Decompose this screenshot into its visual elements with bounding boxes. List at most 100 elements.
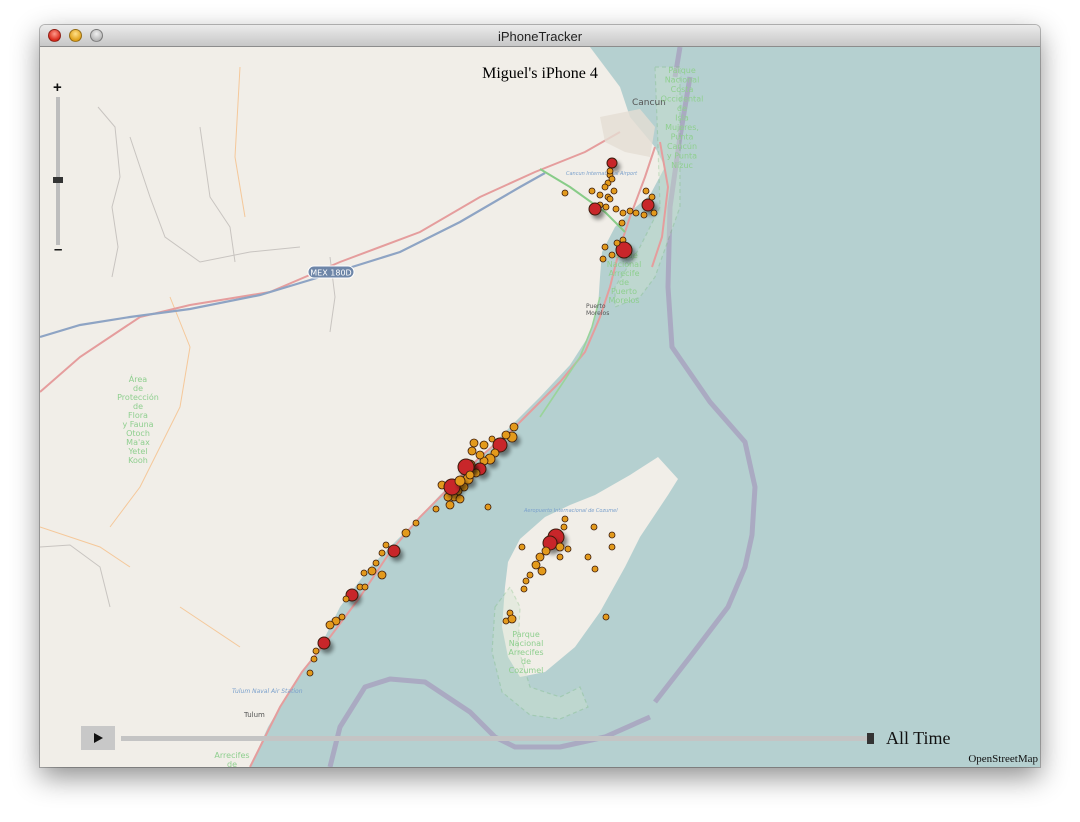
location-point[interactable] [465,470,475,480]
location-point[interactable] [560,523,568,531]
location-point[interactable] [601,243,609,251]
location-point[interactable] [613,239,621,247]
location-point[interactable] [561,189,569,197]
location-point[interactable] [325,620,335,630]
location-point[interactable] [360,569,368,577]
location-point[interactable] [522,577,530,585]
location-point[interactable] [591,565,599,573]
location-point[interactable] [501,430,511,440]
location-point[interactable] [377,570,387,580]
map-canvas[interactable]: MEX 180D Cancun Puerto Morelos Tulum Tul… [40,47,1040,767]
location-point[interactable] [599,255,607,263]
park-label-line: Puerto [611,287,637,296]
location-point[interactable] [317,636,331,650]
location-point[interactable] [564,545,572,553]
location-point[interactable] [520,585,528,593]
location-point[interactable] [632,209,640,217]
location-point[interactable] [367,566,377,576]
location-point[interactable] [601,183,609,191]
location-point[interactable] [445,500,455,510]
location-point[interactable] [555,542,565,552]
location-point[interactable] [509,422,519,432]
location-point[interactable] [378,549,386,557]
zoom-in-button[interactable]: + [53,80,62,95]
location-point[interactable] [401,528,411,538]
location-point[interactable] [648,193,656,201]
location-point[interactable] [310,655,318,663]
place-label-cozumel-air: Aeropuerto Internacional de Cozumel [523,508,618,514]
park-label-line: Punta [671,133,694,142]
location-point[interactable] [608,531,616,539]
location-point[interactable] [467,446,477,456]
location-point[interactable] [584,553,592,561]
location-point[interactable] [556,553,564,561]
location-point[interactable] [608,543,616,551]
location-point[interactable] [602,203,610,211]
location-point[interactable] [606,195,614,203]
park-label-line: Kooh [128,456,148,465]
zoom-out-button[interactable]: – [54,242,62,257]
location-point[interactable] [650,209,658,217]
location-point[interactable] [596,191,604,199]
location-point[interactable] [610,187,618,195]
location-point[interactable] [342,595,350,603]
location-point[interactable] [640,211,648,219]
location-point[interactable] [561,515,569,523]
location-point[interactable] [606,157,618,169]
location-point[interactable] [432,505,440,513]
location-point[interactable] [618,219,626,227]
location-point[interactable] [306,669,314,677]
location-point[interactable] [372,559,380,567]
location-point[interactable] [608,175,616,183]
location-point[interactable] [588,187,596,195]
location-point[interactable] [537,566,547,576]
timeline-slider-handle[interactable] [867,733,874,744]
location-point[interactable] [479,440,489,450]
park-label-line: Área [129,373,148,384]
location-point[interactable] [541,546,551,556]
location-point[interactable] [606,167,614,175]
location-point[interactable] [475,450,485,460]
park-label-cozumel: ParqueNacionalArrecifesdeCozumel [508,630,543,675]
zoom-slider-track[interactable] [56,97,60,245]
location-point[interactable] [608,251,616,259]
park-label-line: Nacional [607,260,642,269]
park-label-line: de [133,402,143,411]
zoom-slider-handle[interactable] [53,177,63,183]
park-label-line: Ma'ax [126,438,150,447]
location-point[interactable] [626,207,634,215]
park-label-line: Nizuc [671,161,693,170]
location-point[interactable] [612,205,620,213]
location-point[interactable] [455,494,465,504]
location-point[interactable] [469,438,479,448]
location-point[interactable] [507,614,517,624]
park-label-line: de [619,278,629,287]
location-point[interactable] [531,560,541,570]
location-point[interactable] [526,571,534,579]
location-point[interactable] [484,503,492,511]
location-point[interactable] [590,523,598,531]
park-label-line: de [521,657,531,666]
location-point[interactable] [602,613,610,621]
location-point[interactable] [619,209,627,217]
location-point[interactable] [312,647,320,655]
play-icon [94,733,103,743]
location-point[interactable] [454,475,466,487]
location-point[interactable] [518,543,526,551]
park-label-line: Protección [117,392,159,402]
location-point[interactable] [382,541,390,549]
play-button[interactable] [81,726,115,750]
location-point[interactable] [488,435,496,443]
location-point[interactable] [361,583,369,591]
timeline-slider-track[interactable] [121,736,871,741]
location-point[interactable] [412,519,420,527]
location-point[interactable] [641,198,655,212]
location-point[interactable] [535,552,545,562]
park-label-line: de [133,384,143,393]
location-point[interactable] [387,544,401,558]
location-map[interactable]: MEX 180D Cancun Puerto Morelos Tulum Tul… [40,47,1040,767]
location-point[interactable] [588,202,602,216]
location-point[interactable] [642,187,650,195]
park-label-line: Cozumel [509,666,544,675]
title-bar[interactable]: iPhoneTracker [40,25,1040,47]
